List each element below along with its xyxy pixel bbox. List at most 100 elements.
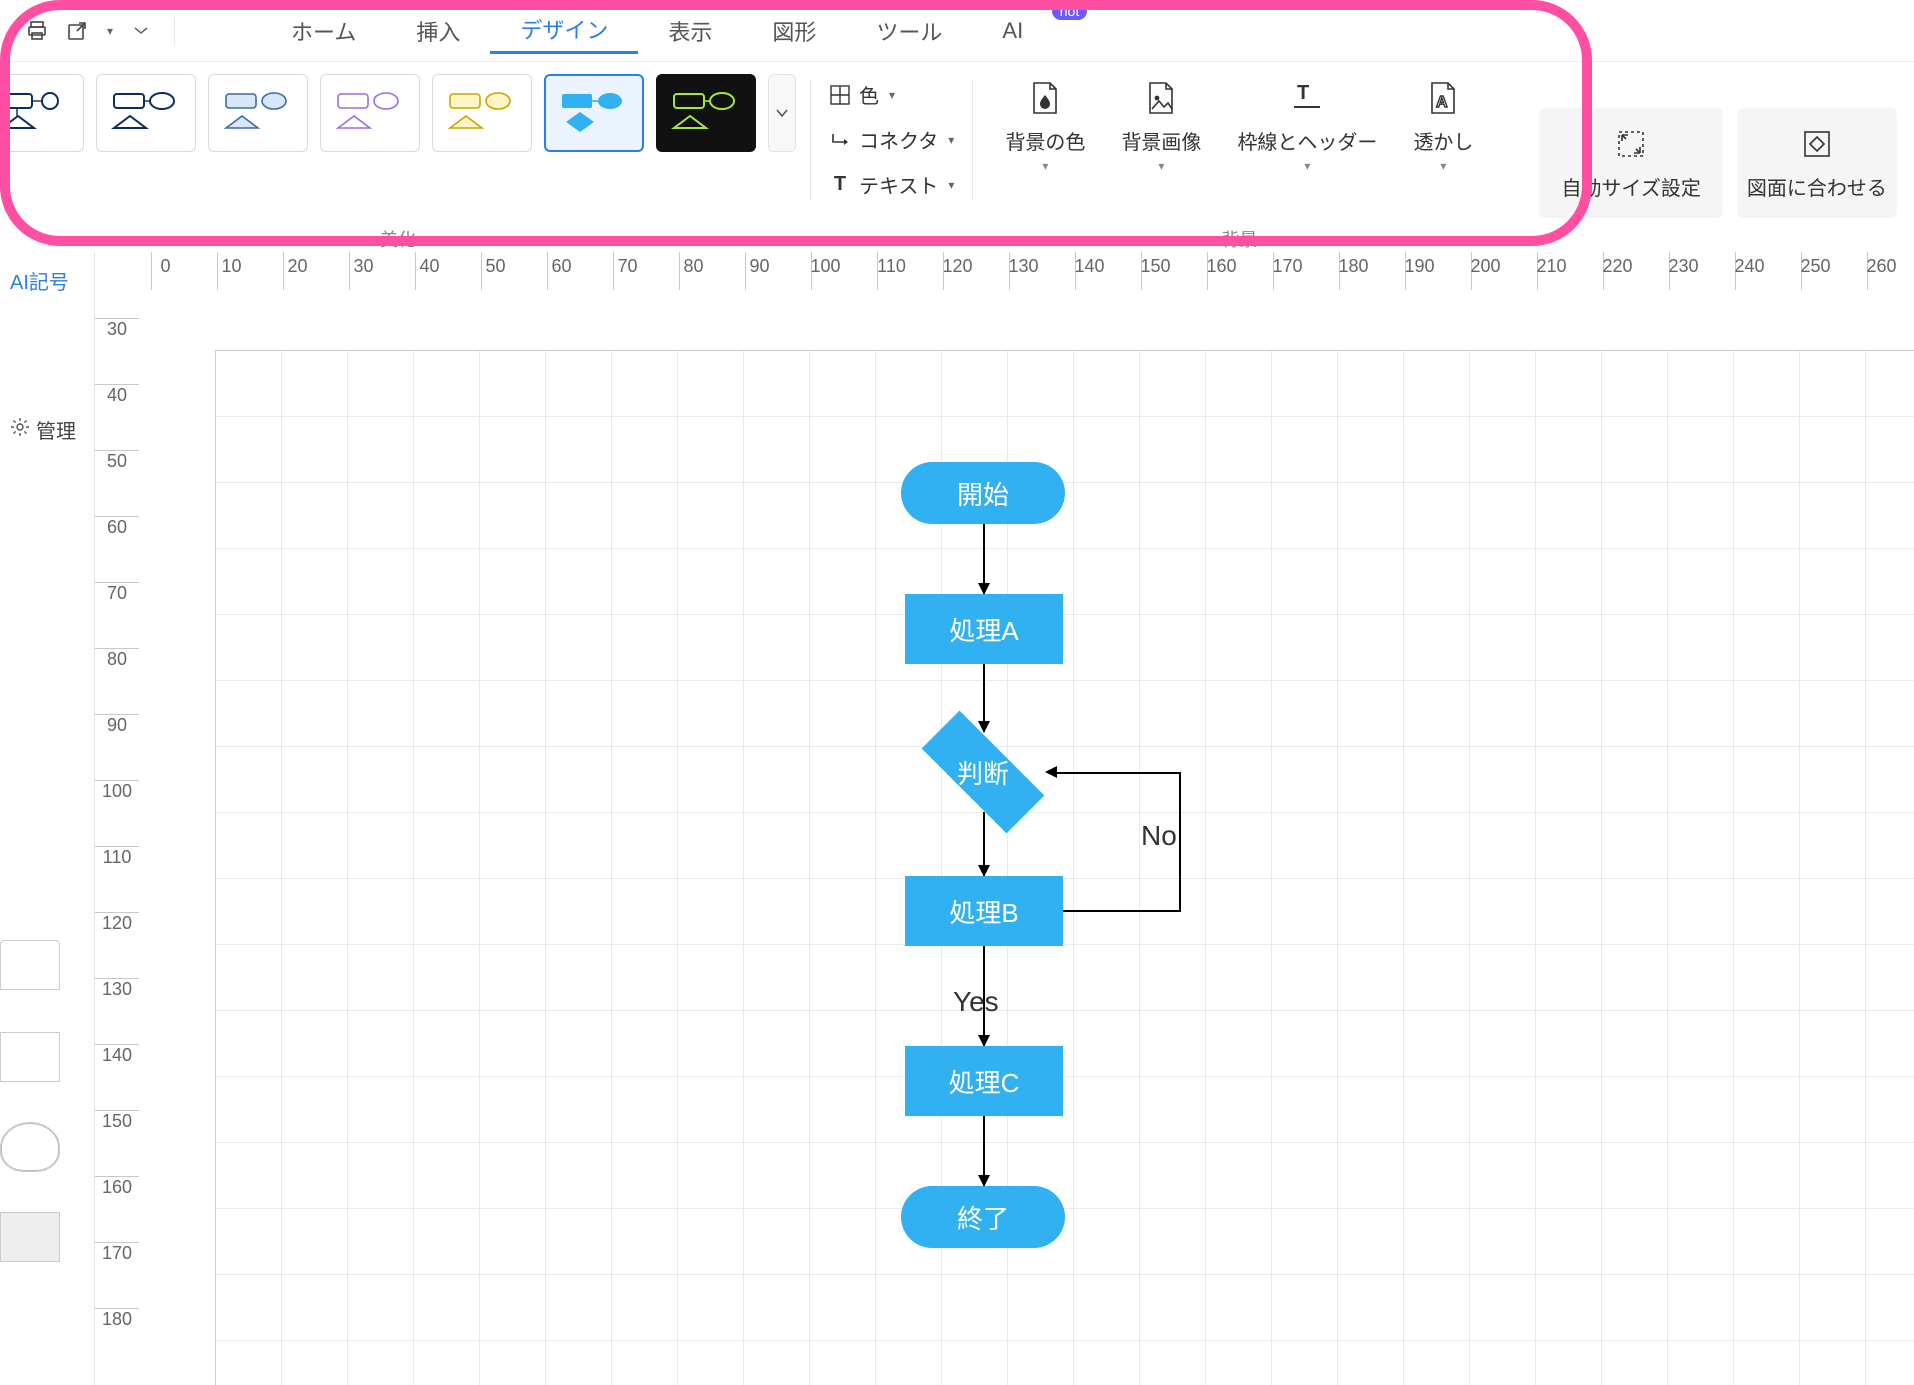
ruler-tick: 10 bbox=[217, 252, 245, 290]
watermark-label: 透かし bbox=[1413, 126, 1473, 155]
ruler-tick: 70 bbox=[613, 252, 641, 290]
palette-shape-sliver[interactable] bbox=[0, 1212, 60, 1262]
fit-drawing-icon bbox=[1800, 126, 1834, 162]
flowchart-end-node[interactable]: 終了 bbox=[901, 1186, 1065, 1248]
border-header-label: 枠線とヘッダー bbox=[1237, 126, 1377, 155]
tab-view[interactable]: 表示 bbox=[638, 9, 742, 53]
ruler-tick: 70 bbox=[95, 582, 139, 604]
color-dropdown[interactable]: 色 ▾ bbox=[825, 78, 958, 111]
ruler-tick: 250 bbox=[1801, 252, 1829, 290]
image-doc-icon bbox=[1144, 80, 1178, 116]
flowchart-process-b-node[interactable]: 処理B bbox=[905, 876, 1063, 946]
top-menu-bar: ▾ ホーム 挿入 デザイン 表示 図形 ツール AI hot bbox=[0, 0, 1914, 62]
theme-thumbnail-row bbox=[0, 74, 796, 152]
tab-design[interactable]: デザイン bbox=[490, 7, 638, 54]
theme-thumb-5[interactable] bbox=[432, 74, 532, 152]
theme-thumb-2[interactable] bbox=[96, 74, 196, 152]
paint-drop-doc-icon bbox=[1028, 80, 1062, 116]
horizontal-ruler: 0102030405060708090100110120130140150160… bbox=[95, 252, 1914, 290]
left-sidebar: AI記号 管理 bbox=[0, 252, 95, 1385]
drawing-canvas[interactable]: 開始 処理A 判断 処理B No Yes bbox=[139, 290, 1914, 1385]
tab-home[interactable]: ホーム bbox=[261, 9, 386, 53]
sidebar-manage-item[interactable]: 管理 bbox=[0, 399, 94, 460]
ruler-tick: 90 bbox=[95, 714, 139, 736]
ruler-tick: 230 bbox=[1669, 252, 1697, 290]
autosize-button[interactable]: 自動サイズ設定 bbox=[1539, 108, 1722, 218]
export-share-icon[interactable] bbox=[60, 14, 94, 48]
background-image-label: 背景画像 bbox=[1121, 126, 1201, 155]
tab-insert[interactable]: 挿入 bbox=[386, 9, 490, 53]
flowchart-arrow[interactable] bbox=[983, 664, 985, 732]
text-label: テキスト bbox=[859, 170, 938, 199]
ruler-tick: 160 bbox=[1207, 252, 1235, 290]
autosize-icon bbox=[1614, 126, 1648, 162]
ruler-tick: 30 bbox=[95, 318, 139, 340]
more-chevrons-icon[interactable] bbox=[124, 14, 158, 48]
caret-down-icon: ▾ bbox=[1440, 159, 1446, 173]
export-dropdown-caret-icon[interactable]: ▾ bbox=[100, 14, 118, 48]
palette-shape-sliver[interactable] bbox=[0, 1122, 60, 1172]
flowchart-process-a-node[interactable]: 処理A bbox=[905, 594, 1063, 664]
theme-thumb-1[interactable] bbox=[0, 74, 84, 152]
fit-drawing-button[interactable]: 図面に合わせる bbox=[1737, 108, 1897, 218]
theme-thumb-3[interactable] bbox=[208, 74, 308, 152]
tab-ai[interactable]: AI hot bbox=[972, 12, 1069, 50]
end-label: 終了 bbox=[957, 1199, 1009, 1236]
flowchart-edge-yes-label[interactable]: Yes bbox=[953, 986, 999, 1018]
ruler-tick: 30 bbox=[349, 252, 377, 290]
process-a-label: 処理A bbox=[949, 611, 1018, 648]
flowchart-arrow[interactable] bbox=[983, 812, 985, 876]
ruler-tick: 150 bbox=[95, 1110, 139, 1132]
text-dropdown[interactable]: T テキスト ▾ bbox=[825, 168, 958, 201]
flowchart-process-c-node[interactable]: 処理C bbox=[905, 1046, 1063, 1116]
autosize-label: 自動サイズ設定 bbox=[1561, 172, 1700, 201]
connector-label: コネクタ bbox=[859, 125, 938, 154]
sidebar-ai-symbols-link[interactable]: AI記号 bbox=[0, 252, 94, 309]
watermark-button[interactable]: A 透かし ▾ bbox=[1395, 74, 1491, 173]
flowchart-connector[interactable] bbox=[1179, 772, 1181, 912]
caret-down-icon: ▾ bbox=[1158, 159, 1164, 173]
watermark-a-icon: A bbox=[1426, 80, 1460, 116]
background-color-label: 背景の色 bbox=[1005, 126, 1085, 155]
flowchart-edge-no-label[interactable]: No bbox=[1141, 820, 1177, 852]
background-color-button[interactable]: 背景の色 ▾ bbox=[987, 74, 1103, 173]
process-c-label: 処理C bbox=[949, 1063, 1020, 1100]
ribbon-group-background: 背景の色 ▾ 背景画像 ▾ T 枠線とヘッダー ▾ bbox=[973, 74, 1505, 252]
palette-shape-sliver[interactable] bbox=[0, 1032, 60, 1082]
tab-shapes[interactable]: 図形 bbox=[742, 9, 846, 53]
ruler-tick: 210 bbox=[1537, 252, 1565, 290]
tab-ai-label: AI bbox=[1002, 18, 1023, 43]
flowchart-arrow[interactable] bbox=[983, 1116, 985, 1186]
connector-dropdown[interactable]: コネクタ ▾ bbox=[825, 123, 958, 156]
print-icon[interactable] bbox=[20, 14, 54, 48]
background-image-button[interactable]: 背景画像 ▾ bbox=[1103, 74, 1219, 173]
theme-thumb-7-dark[interactable] bbox=[656, 74, 756, 152]
ruler-tick: 110 bbox=[877, 252, 905, 290]
theme-thumb-6-selected[interactable] bbox=[544, 74, 644, 152]
caret-down-icon: ▾ bbox=[948, 178, 954, 192]
hot-badge: hot bbox=[1052, 2, 1087, 20]
main-tab-strip: ホーム 挿入 デザイン 表示 図形 ツール AI hot bbox=[261, 7, 1069, 54]
theme-more-dropdown[interactable] bbox=[768, 74, 796, 152]
border-header-button[interactable]: T 枠線とヘッダー ▾ bbox=[1219, 74, 1395, 173]
separator bbox=[174, 17, 175, 45]
gear-icon bbox=[10, 417, 30, 443]
ribbon-group-style-stack: 色 ▾ コネクタ ▾ T テキスト ▾ bbox=[811, 74, 972, 252]
connector-icon bbox=[829, 129, 851, 151]
flowchart-decision-node[interactable]: 判断 bbox=[923, 732, 1043, 812]
text-t-icon: T bbox=[829, 174, 851, 196]
ruler-tick: 150 bbox=[1141, 252, 1169, 290]
process-b-label: 処理B bbox=[949, 893, 1018, 930]
palette-shape-sliver[interactable] bbox=[0, 940, 60, 990]
flowchart-connector[interactable] bbox=[1063, 910, 1179, 912]
theme-thumb-4[interactable] bbox=[320, 74, 420, 152]
sidebar-manage-label: 管理 bbox=[36, 415, 76, 444]
tab-tools[interactable]: ツール bbox=[846, 9, 972, 53]
svg-text:T: T bbox=[1297, 82, 1309, 104]
ruler-tick: 180 bbox=[95, 1308, 139, 1330]
flowchart-start-node[interactable]: 開始 bbox=[901, 462, 1065, 524]
caret-down-icon: ▾ bbox=[889, 88, 895, 102]
flowchart-arrow[interactable] bbox=[983, 524, 985, 594]
flowchart-connector[interactable] bbox=[1057, 772, 1181, 774]
ruler-tick: 100 bbox=[95, 780, 139, 802]
